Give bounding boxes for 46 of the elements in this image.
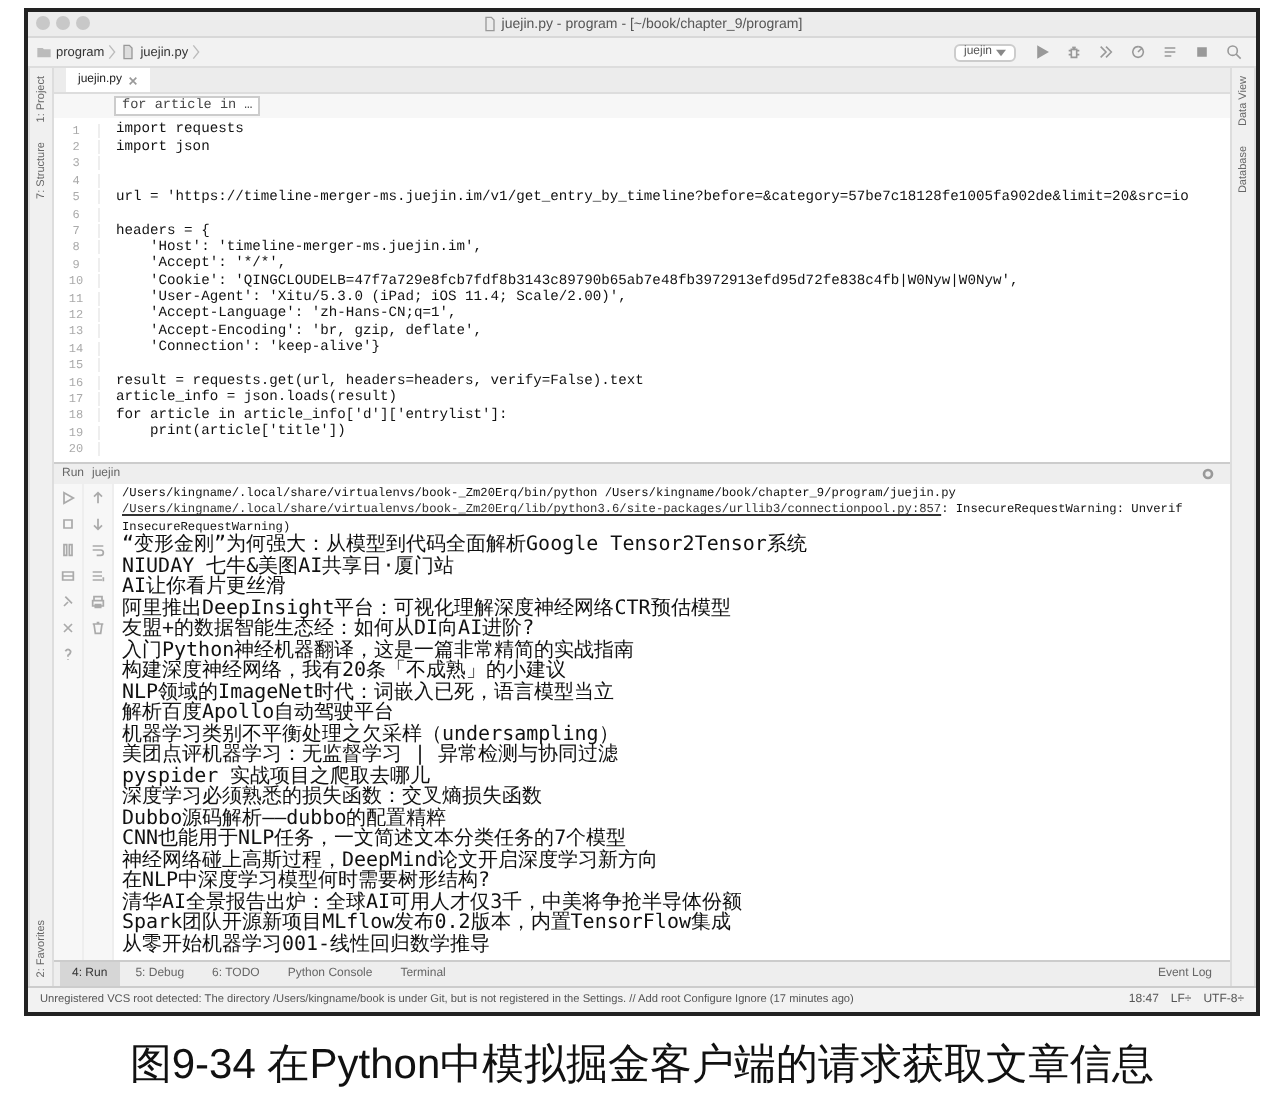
folder-icon — [36, 44, 52, 60]
console-line: pyspider 实战项目之爬取去哪儿 — [122, 765, 431, 788]
console-line: Dubbo源码解析——dubbo的配置精粹 — [122, 807, 447, 830]
close-window-button[interactable] — [36, 16, 50, 30]
stop-icon[interactable] — [60, 515, 76, 532]
console-line: 在NLP中深度学习模型何时需要树形结构? — [122, 870, 491, 893]
close-icon[interactable] — [128, 75, 139, 85]
console-line: 清华AI全景报告出炉：全球AI可用人才仅3千，中美将争抢半导体份额 — [122, 891, 743, 914]
console-line: NLP领域的ImageNet时代：词嵌入已死，语言模型当立 — [122, 681, 615, 704]
console-line: 神经网络碰上高斯过程，DeepMind论文开启深度学习新方向 — [122, 849, 659, 872]
up-arrow-icon[interactable] — [90, 489, 106, 506]
console-line: 从零开始机器学习001-线性回归数学推导 — [122, 933, 491, 956]
minimize-window-button[interactable] — [56, 16, 70, 30]
python-file-icon — [120, 44, 137, 60]
down-arrow-icon[interactable] — [90, 515, 106, 532]
help-icon[interactable] — [60, 645, 76, 662]
debug-icon[interactable] — [1066, 44, 1082, 60]
console-line: 构建深度神经网络，我有20条「不成熟」的小建议 — [122, 660, 567, 683]
console-line: 美团点评机器学习：无监督学习 | 异常检测与协同过滤 — [122, 744, 619, 767]
run-icon[interactable] — [1034, 44, 1050, 60]
console-line: 深度学习必须熟悉的损失函数：交叉熵损失函数 — [122, 786, 542, 809]
stop-icon[interactable] — [1194, 44, 1210, 60]
file-icon — [481, 16, 498, 32]
print-icon[interactable] — [90, 593, 106, 610]
zoom-window-button[interactable] — [76, 16, 90, 30]
console-line: 机器学习类别不平衡处理之欠采样（undersampling） — [122, 723, 619, 746]
caret-icon — [996, 47, 1006, 57]
chevron-icon — [108, 44, 117, 60]
layout-icon[interactable] — [60, 567, 76, 584]
console-line: “变形金刚”为何强大：从模型到代码全面解析Google Tensor2Tensor系统 — [122, 534, 807, 557]
trash-icon[interactable] — [90, 619, 106, 636]
console-line: 友盟+的数据智能生态经：如何从DI向AI进阶? — [122, 618, 535, 641]
console-line: 解析百度Apollo自动驾驶平台 — [122, 702, 395, 725]
console-line: CNN也能用于NLP任务，一文简述文本分类任务的7个模型 — [122, 828, 627, 851]
search-icon[interactable] — [1226, 44, 1242, 60]
console-line: NIUDAY 七牛&美图AI共享日·厦门站 — [122, 555, 455, 578]
play-icon[interactable] — [60, 489, 76, 506]
pause-icon[interactable] — [60, 541, 76, 558]
chevron-icon — [192, 44, 201, 60]
figure-caption: 图9-34 在Python中模拟掘金客户端的请求获取文章信息 — [127, 1040, 1157, 1093]
close-icon[interactable] — [60, 619, 76, 636]
console-line: AI让你看片更丝滑 — [122, 576, 287, 599]
console-line: Spark团队开源新项目MLflow发布0.2版本，内置TensorFlow集成 — [122, 912, 731, 935]
console-line: 入门Python神经机器翻译，这是一篇非常精简的实战指南 — [122, 639, 635, 662]
console-line: 阿里推出DeepInsight平台：可视化理解深度神经网络CTR预估模型 — [122, 597, 731, 620]
wrap-icon[interactable] — [90, 541, 106, 558]
